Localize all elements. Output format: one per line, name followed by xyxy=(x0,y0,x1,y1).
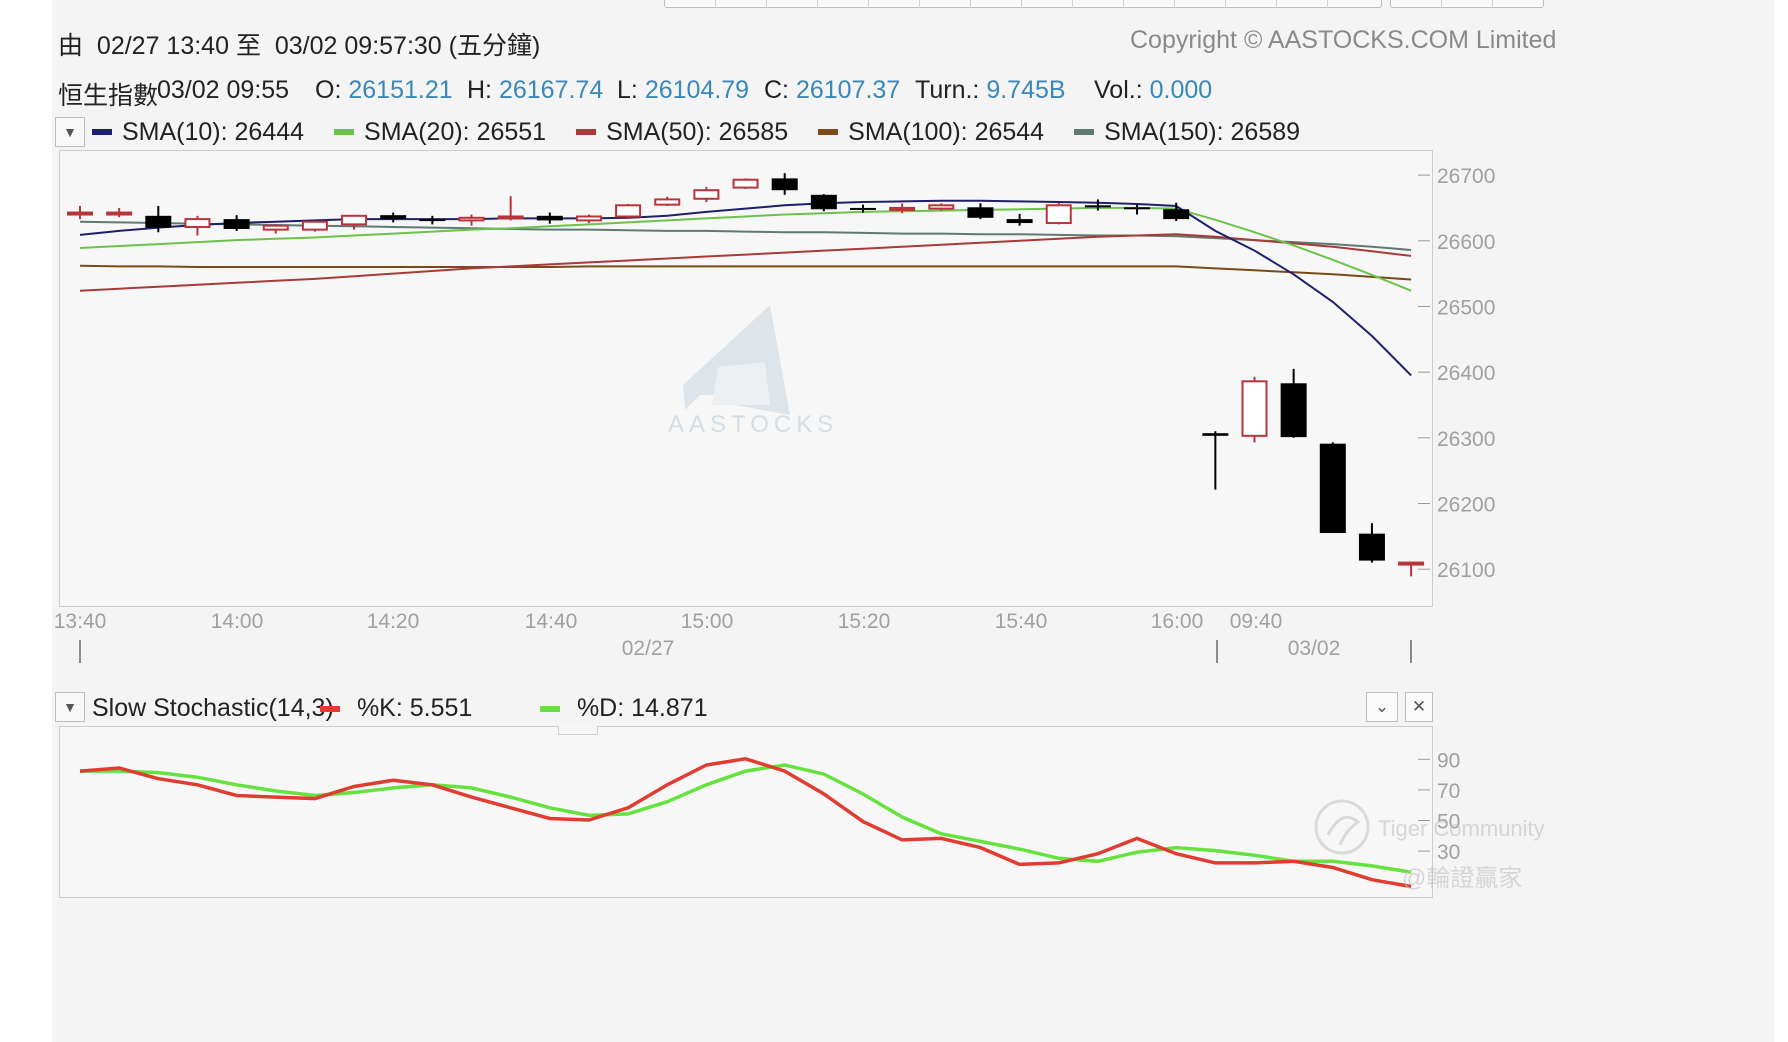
sma-line xyxy=(79,233,1412,292)
tiger-logo-icon xyxy=(1314,799,1370,855)
candle-body xyxy=(615,204,642,218)
time-x-tick-label: 14:40 xyxy=(525,610,578,633)
price-y-tick-label: 26600 xyxy=(1437,231,1495,254)
candle-body xyxy=(262,224,289,231)
aastocks-watermark: AASTOCKS xyxy=(668,305,838,438)
candle-body xyxy=(1319,443,1346,534)
watermark-logo-cutout xyxy=(712,362,770,405)
candle-body xyxy=(575,215,602,222)
price-y-tick-label: 26500 xyxy=(1437,296,1495,319)
candle-body xyxy=(810,194,837,210)
candle-body xyxy=(1163,209,1190,220)
stoch-y-tick-label: 70 xyxy=(1437,780,1460,803)
time-x-tick-label: 09:40 xyxy=(1230,610,1283,633)
candle-body xyxy=(380,215,407,220)
candle-body xyxy=(771,178,798,191)
candle-body xyxy=(693,189,720,200)
price-y-axis: 26700 26600 26500 26400 26300 26200 26100 xyxy=(1418,165,1495,582)
candle-body xyxy=(301,220,328,231)
candle-body xyxy=(184,218,211,228)
sma-line xyxy=(79,264,1412,281)
candle-body xyxy=(106,211,133,216)
time-x-tick-label: 16:00 xyxy=(1151,610,1204,633)
tiger-community-watermark: Tiger Community @輪證贏家 xyxy=(1314,799,1545,892)
time-x-tick-label: 14:00 xyxy=(211,610,264,633)
sma-line xyxy=(79,206,1412,292)
candle-body xyxy=(732,178,759,189)
candle-body xyxy=(419,219,446,222)
community-text: Tiger Community xyxy=(1378,816,1545,841)
time-x-tick-label: 15:00 xyxy=(681,610,734,633)
price-y-tick-label: 26200 xyxy=(1437,493,1495,516)
time-x-tick-label: 15:40 xyxy=(995,610,1048,633)
tiger-logo-mark xyxy=(1326,815,1361,846)
chart-panel: 由 02/27 13:40 至 03/02 09:57:30 (五分鐘) Cop… xyxy=(0,0,1788,1042)
candle-body xyxy=(1006,219,1033,224)
candle-body xyxy=(1202,433,1229,436)
date-label: 02/27 xyxy=(622,637,675,660)
stoch-lines xyxy=(79,757,1412,889)
candle-body xyxy=(458,216,485,222)
author-text: @輪證贏家 xyxy=(1402,865,1522,892)
price-y-tick-label: 26300 xyxy=(1437,428,1495,451)
stoch-y-axis: 90705030 xyxy=(1418,749,1460,864)
date-label: 03/02 xyxy=(1288,637,1341,660)
price-y-tick-label: 26100 xyxy=(1437,559,1495,582)
candle-body xyxy=(967,207,994,218)
candle-body xyxy=(1280,383,1307,438)
candle-body xyxy=(889,206,916,211)
time-x-tick-label: 14:20 xyxy=(367,610,420,633)
candle-body xyxy=(223,219,250,229)
candle-body xyxy=(1358,533,1385,561)
candle-body xyxy=(654,198,681,206)
candle-body xyxy=(145,215,172,228)
candle-body xyxy=(67,211,93,216)
candle-body xyxy=(341,214,368,226)
price-y-tick-label: 26400 xyxy=(1437,362,1495,385)
candle-body xyxy=(1241,380,1268,437)
candle-body xyxy=(497,215,524,220)
candle-body xyxy=(1124,207,1151,210)
stoch-chart-svg: 90705030 Tiger Community @輪證贏家 xyxy=(79,749,1545,892)
stoch-d-line xyxy=(80,763,1412,874)
stoch-y-tick-label: 90 xyxy=(1437,749,1460,772)
candle-body xyxy=(1045,204,1072,225)
price-chart-svg: AASTOCKS 2670026600265002640026300262002… xyxy=(54,165,1495,663)
candle-body xyxy=(1398,561,1425,566)
time-x-tick-label: 15:20 xyxy=(838,610,891,633)
candle-body xyxy=(928,204,955,210)
watermark-brand-text: AASTOCKS xyxy=(668,411,838,438)
candle-body xyxy=(536,215,563,221)
price-y-tick-label: 26700 xyxy=(1437,165,1495,188)
time-x-tick-label: 13:40 xyxy=(54,610,107,633)
candle-body xyxy=(850,207,876,210)
stoch-k-line xyxy=(79,757,1412,889)
stoch-y-tick-label: 30 xyxy=(1437,841,1460,864)
time-x-axis: 13:40 14:00 14:20 14:40 15:00 15:20 15:40 16:00… xyxy=(54,610,1412,663)
candle-body xyxy=(1084,205,1111,208)
